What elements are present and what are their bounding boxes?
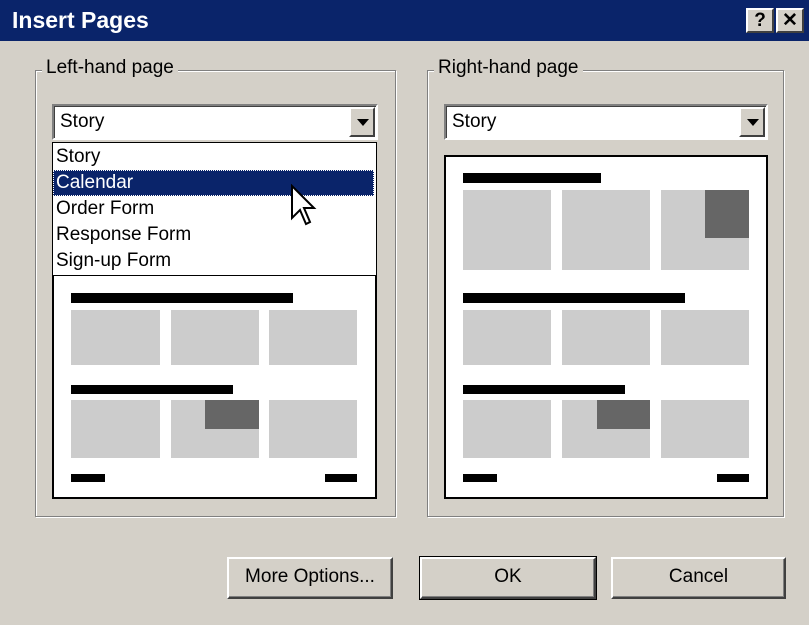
right-page-select[interactable]: Story	[444, 104, 768, 140]
preview-image-block	[597, 400, 650, 429]
preview-image-block	[205, 400, 259, 429]
preview-block	[71, 310, 160, 365]
preview-heading-bar	[463, 385, 625, 394]
right-page-preview	[444, 155, 768, 499]
preview-block	[269, 400, 357, 458]
dialog-title: Insert Pages	[12, 7, 149, 33]
preview-heading-bar	[71, 385, 233, 394]
close-button[interactable]: ✕	[776, 8, 804, 33]
right-page-legend: Right-hand page	[434, 57, 583, 79]
dropdown-option[interactable]: Story	[53, 144, 374, 170]
preview-block	[463, 190, 551, 270]
left-page-legend: Left-hand page	[42, 57, 178, 79]
preview-heading-bar	[71, 293, 293, 303]
dropdown-option[interactable]: Sign-up Form	[53, 248, 374, 274]
left-page-select[interactable]: Story	[52, 104, 378, 140]
preview-block	[562, 190, 650, 270]
preview-block	[463, 400, 551, 458]
mouse-pointer-icon	[291, 184, 317, 226]
preview-block	[661, 310, 749, 365]
more-options-button[interactable]: More Options...	[227, 557, 393, 599]
preview-footer-left	[71, 474, 105, 482]
preview-footer-left	[463, 474, 497, 482]
preview-heading-bar	[463, 173, 601, 183]
preview-block	[562, 310, 650, 365]
ok-button[interactable]: OK	[419, 556, 597, 600]
preview-block	[71, 400, 160, 458]
preview-block	[661, 400, 749, 458]
preview-block	[463, 310, 551, 365]
left-page-select-value: Story	[60, 111, 105, 132]
insert-pages-dialog: Insert Pages ? ✕ Left-hand page Story St…	[0, 0, 809, 625]
preview-image-block	[705, 190, 749, 238]
preview-block	[269, 310, 357, 365]
preview-block	[171, 310, 259, 365]
help-button[interactable]: ?	[746, 8, 774, 33]
chevron-down-icon[interactable]	[739, 107, 765, 137]
cancel-button[interactable]: Cancel	[611, 557, 786, 599]
preview-footer-right	[325, 474, 357, 482]
chevron-down-icon[interactable]	[349, 107, 375, 137]
left-page-dropdown-list: Story Calendar Order Form Response Form …	[52, 142, 377, 276]
preview-footer-right	[717, 474, 749, 482]
preview-heading-bar	[463, 293, 685, 303]
title-bar[interactable]: Insert Pages ? ✕	[0, 0, 809, 41]
right-page-select-value: Story	[452, 111, 497, 132]
